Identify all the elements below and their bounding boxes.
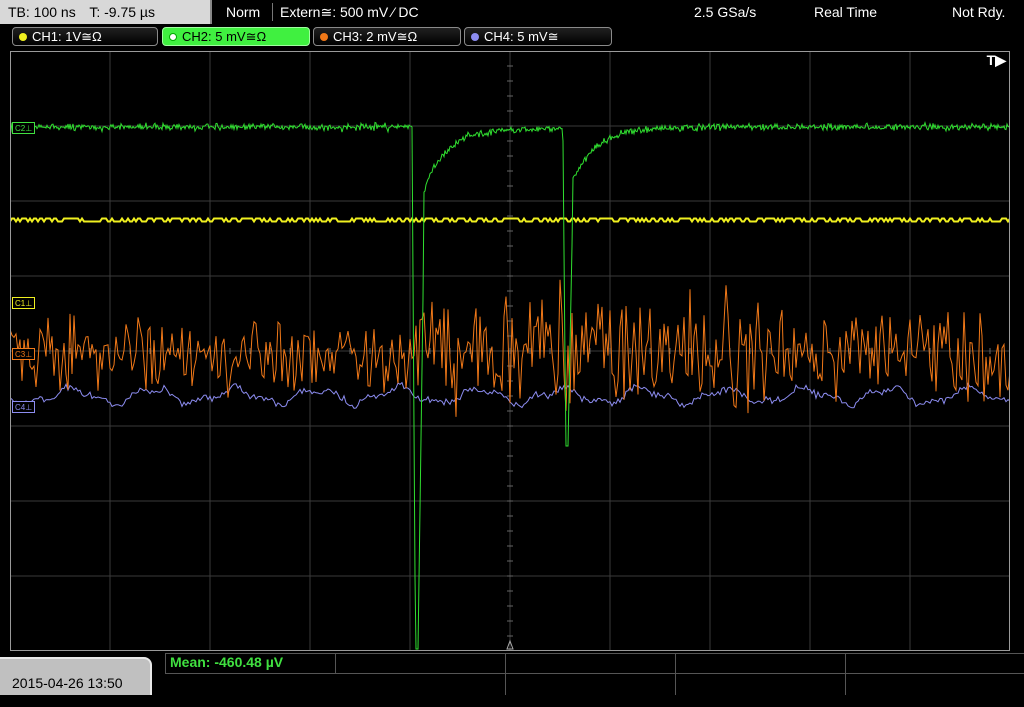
measurement-cell[interactable] — [505, 673, 675, 695]
status-bar: TB: 100 ns T: -9.75 µs Norm Extern≅: 500… — [0, 0, 1024, 24]
channel-1-label: CH1: 1V≅Ω — [32, 29, 102, 44]
measurement-panel[interactable]: Mean: -460.48 µV — [165, 653, 1024, 695]
channel-4-tab[interactable]: CH4: 5 mV≅ — [464, 27, 612, 46]
channel-2-dot-icon — [169, 33, 177, 41]
measurement-cell[interactable] — [675, 653, 845, 673]
date-time-box[interactable]: 2015-04-26 13:50 — [0, 657, 152, 695]
channel-3-tab[interactable]: CH3: 2 mV≅Ω — [313, 27, 461, 46]
acquisition-mode[interactable]: Real Time — [814, 0, 877, 24]
channel-bar: CH1: 1V≅Ω CH2: 5 mV≅Ω CH3: 2 mV≅Ω CH4: 5… — [0, 26, 1024, 48]
channel-2-marker[interactable]: C2⊥ — [12, 122, 36, 134]
channel-4-marker[interactable]: C4⊥ — [12, 401, 36, 413]
timebase-box[interactable]: TB: 100 ns T: -9.75 µs — [0, 0, 212, 24]
timebase-value: TB: 100 ns — [8, 4, 76, 20]
waveform-canvas — [10, 51, 1010, 651]
channel-4-label: CH4: 5 mV≅ — [484, 29, 559, 44]
channel-2-label: CH2: 5 mV≅Ω — [182, 29, 267, 44]
time-offset-value: T: -9.75 µs — [89, 4, 155, 20]
channel-3-dot-icon — [320, 33, 328, 41]
channel-1-dot-icon — [19, 33, 27, 41]
mean-measurement: Mean: -460.48 µV — [170, 654, 284, 670]
channel-2-tab[interactable]: CH2: 5 mV≅Ω — [162, 27, 310, 46]
channel-4-dot-icon — [471, 33, 479, 41]
channel-1-marker[interactable]: C1⊥ — [12, 297, 36, 309]
channel-3-marker[interactable]: C3⊥ — [12, 348, 36, 360]
trigger-mode[interactable]: Norm — [226, 0, 260, 24]
measurement-cell[interactable] — [335, 653, 505, 673]
measurement-cell[interactable] — [505, 653, 675, 673]
measurement-cell[interactable] — [675, 673, 845, 695]
channel-1-tab[interactable]: CH1: 1V≅Ω — [12, 27, 158, 46]
measurement-cell[interactable]: Mean: -460.48 µV — [165, 653, 335, 673]
date-time: 2015-04-26 13:50 — [12, 675, 123, 691]
divider — [272, 3, 273, 21]
sample-rate: 2.5 GSa/s — [694, 4, 757, 20]
trigger-source[interactable]: Extern≅: 500 mV ⁄ DC — [280, 0, 419, 24]
trigger-indicator: T▶ — [986, 52, 1006, 68]
measurement-cell[interactable] — [845, 673, 1024, 695]
channel-3-label: CH3: 2 mV≅Ω — [333, 29, 418, 44]
acquisition-status: Not Rdy. — [952, 4, 1006, 20]
measurement-cell[interactable] — [845, 653, 1024, 673]
waveform-display[interactable]: T▶ C2⊥ C1⊥ C3⊥ C4⊥ — [10, 51, 1010, 651]
